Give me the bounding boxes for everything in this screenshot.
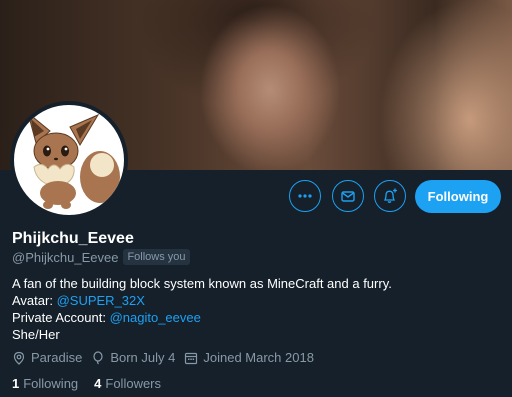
avatar-credit-label: Avatar: bbox=[12, 293, 53, 308]
user-handle: @Phijkchu_Eevee bbox=[12, 249, 119, 265]
display-name: Phijkchu_Eevee bbox=[12, 230, 134, 247]
eevee-avatar-image bbox=[27, 111, 120, 209]
location-item: Paradise bbox=[12, 350, 82, 365]
more-options-button[interactable] bbox=[289, 180, 321, 212]
bio-pronouns: She/Her bbox=[12, 327, 60, 342]
bio-line: A fan of the building block system known… bbox=[12, 276, 392, 291]
birthday-text: Born July 4 bbox=[110, 350, 176, 365]
avatar-credit-link[interactable]: @SUPER_32X bbox=[57, 293, 145, 308]
private-account-label: Private Account: bbox=[12, 310, 106, 325]
followers-count: 4 bbox=[94, 376, 102, 391]
bio-private-account: Private Account: @nagito_eevee bbox=[12, 309, 502, 326]
profile-bio: A fan of the building block system known… bbox=[12, 275, 502, 343]
following-stat[interactable]: 1 Following bbox=[12, 376, 78, 391]
location-text: Paradise bbox=[31, 350, 83, 365]
follows-you-badge: Follows you bbox=[123, 249, 190, 265]
following-button[interactable]: Following bbox=[415, 180, 501, 213]
profile-stats: 1 Following 4 Followers bbox=[12, 376, 177, 391]
handle-row: @Phijkchu_Eevee Follows you bbox=[12, 249, 190, 265]
notifications-button[interactable] bbox=[374, 180, 406, 212]
joined-item: Joined March 2018 bbox=[184, 350, 314, 365]
bell-plus-icon bbox=[383, 188, 397, 203]
private-account-link[interactable]: @nagito_eevee bbox=[110, 310, 201, 325]
bio-avatar-credit: Avatar: @SUPER_32X bbox=[12, 292, 502, 309]
calendar-icon bbox=[185, 352, 198, 364]
profile-meta: Paradise Born July 4 Joined March 2018 bbox=[12, 350, 323, 365]
followers-label: Followers bbox=[105, 376, 162, 391]
following-count: 1 bbox=[12, 376, 20, 391]
location-pin-icon bbox=[13, 351, 25, 365]
envelope-icon bbox=[341, 191, 355, 202]
more-icon bbox=[298, 194, 312, 198]
birthday-item: Born July 4 bbox=[91, 350, 175, 365]
balloon-icon bbox=[93, 350, 103, 364]
following-label: Following bbox=[23, 376, 79, 391]
message-button[interactable] bbox=[332, 180, 364, 212]
followers-stat[interactable]: 4 Followers bbox=[94, 376, 161, 391]
joined-text: Joined March 2018 bbox=[203, 350, 314, 365]
profile-avatar[interactable] bbox=[10, 101, 128, 219]
